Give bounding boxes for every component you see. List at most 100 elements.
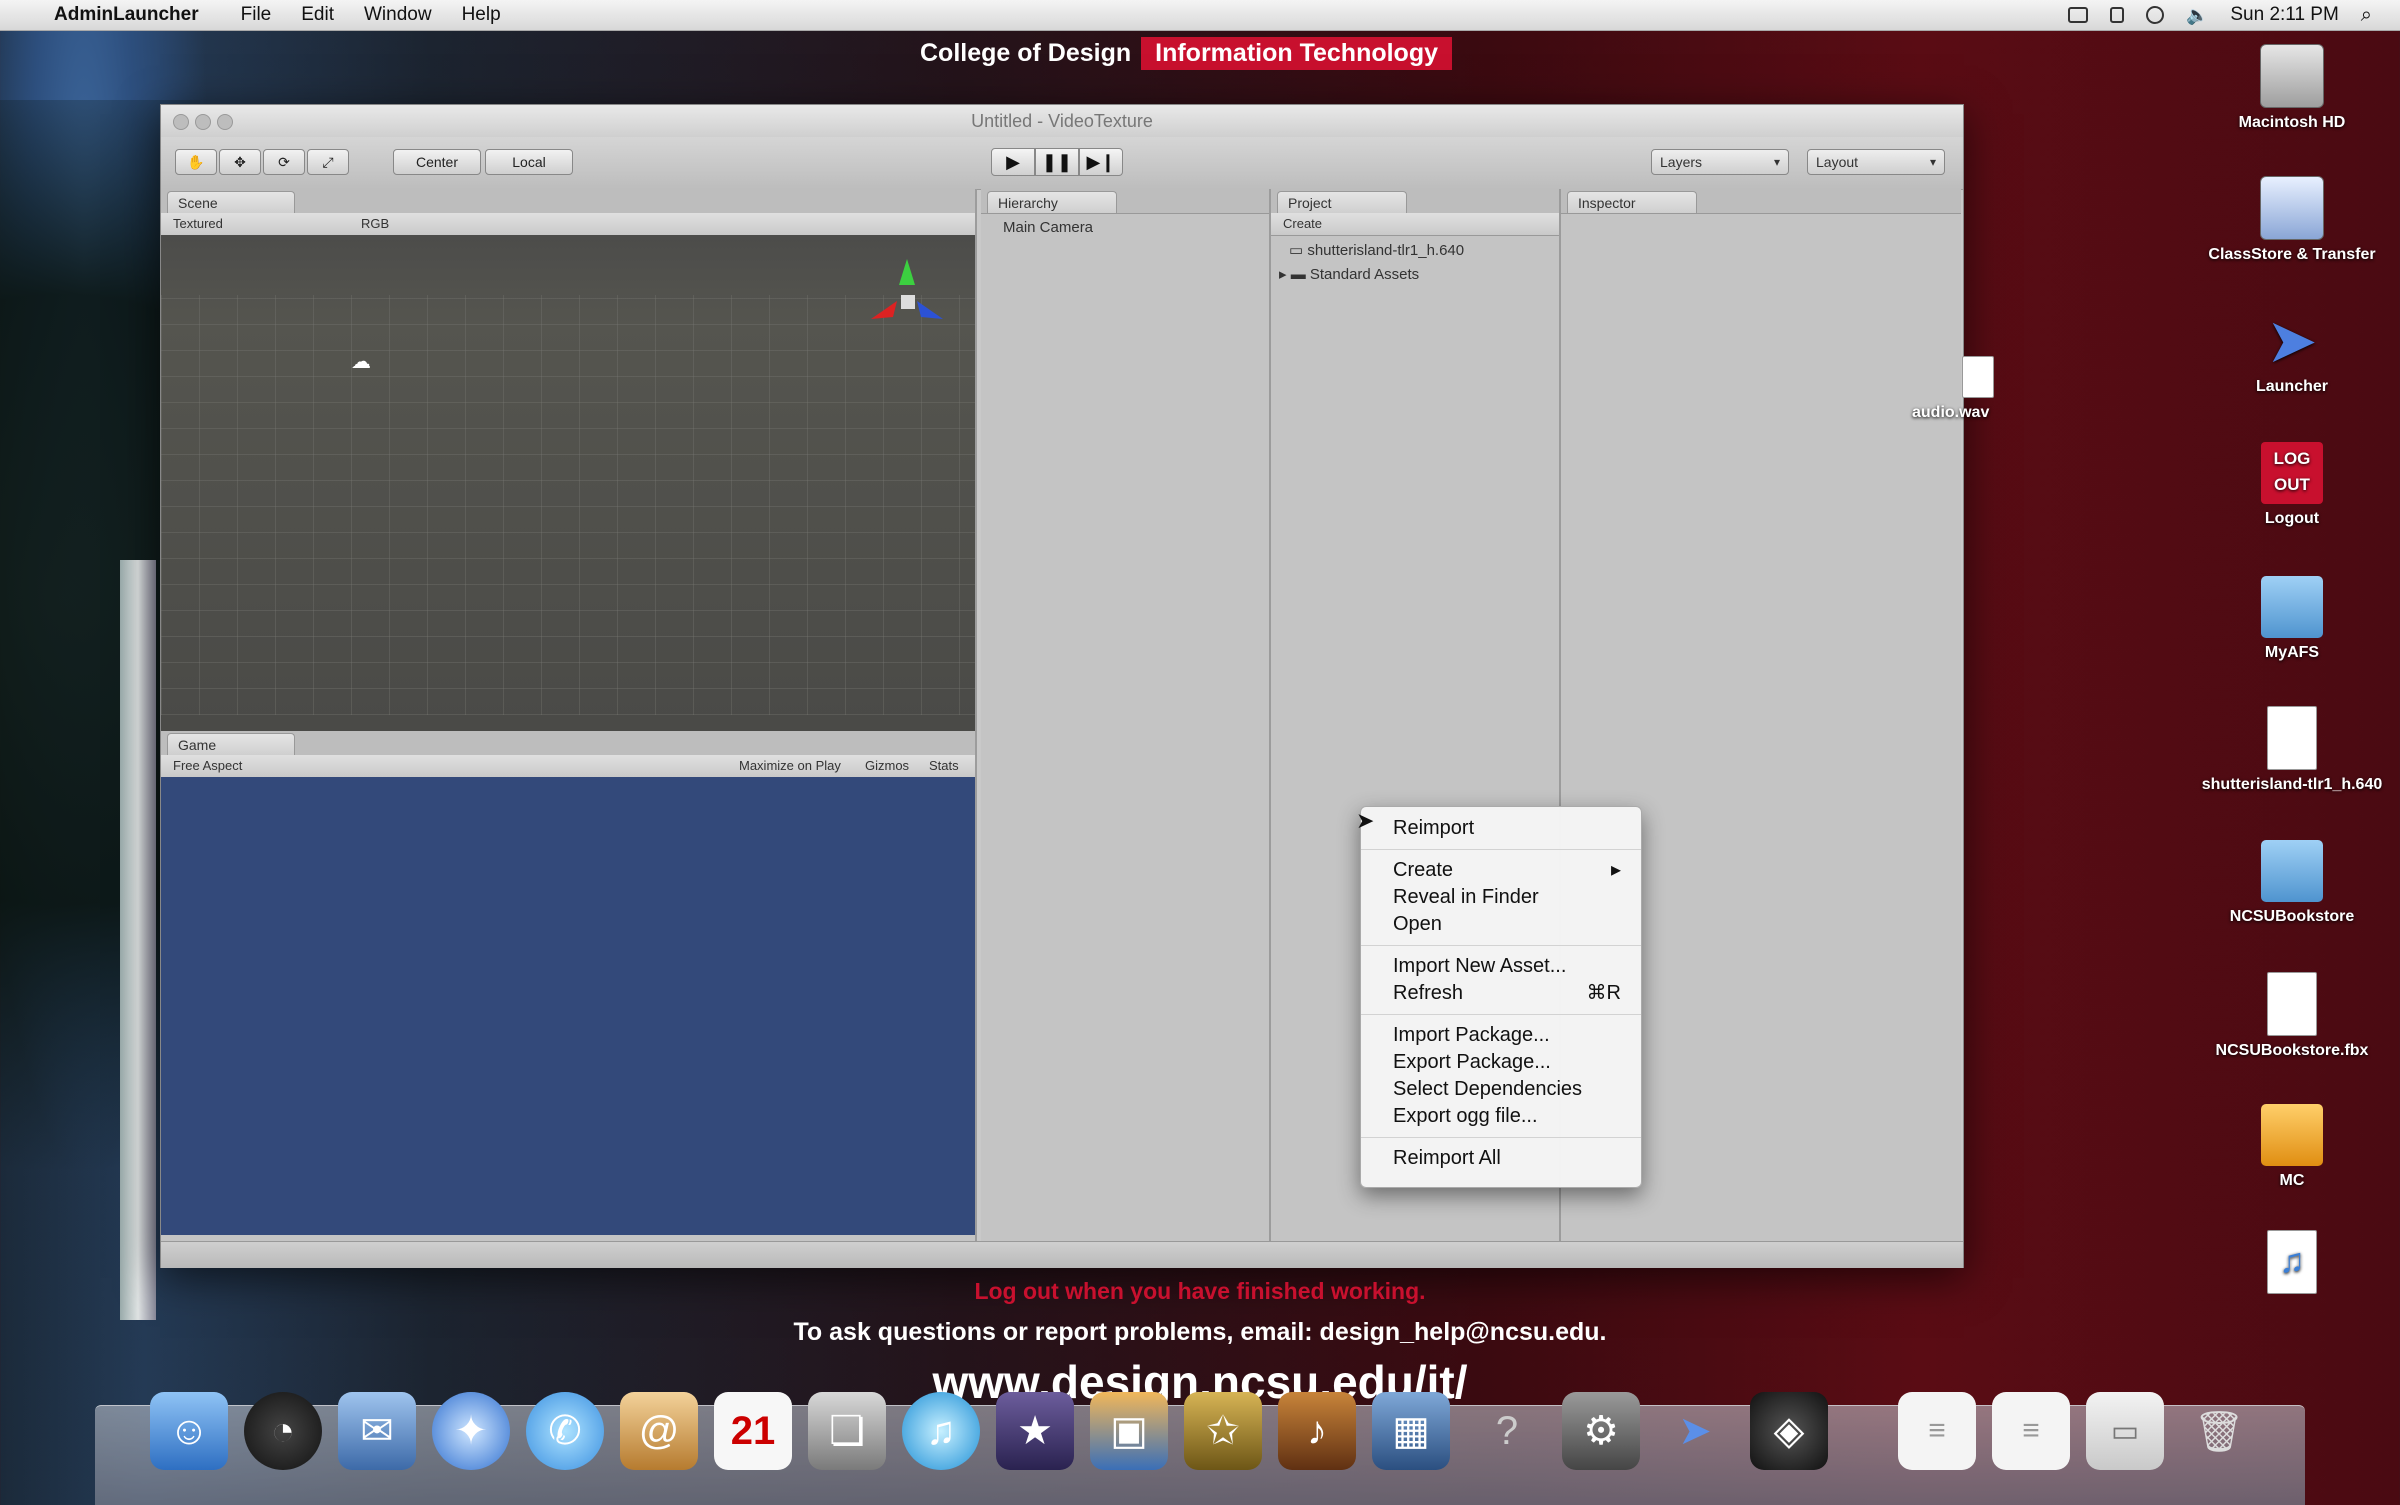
pivot-local-label: Local [512, 154, 546, 170]
tab-scene[interactable]: Scene [167, 191, 295, 213]
project-create-dropdown[interactable]: Create [1283, 216, 1322, 231]
spaces-icon[interactable]: ▦ [1372, 1392, 1450, 1470]
itunes-icon[interactable]: ♫ [902, 1392, 980, 1470]
tab-game[interactable]: Game [167, 733, 295, 755]
menu-item-reimport[interactable]: Reimport [1361, 815, 1641, 842]
move-tool-button[interactable]: ✥ [219, 149, 261, 175]
hierarchy-item-main-camera[interactable]: Main Camera [1003, 219, 1093, 236]
desktop-icon-launcher[interactable]: ➤ Launcher [2192, 310, 2392, 396]
menu-file[interactable]: File [241, 4, 272, 26]
menu-help[interactable]: Help [462, 4, 501, 26]
render-mode-dropdown[interactable]: RGB [361, 216, 389, 231]
system-preferences-icon[interactable]: ⚙ [1562, 1392, 1640, 1470]
menu-item-export-package[interactable]: Export Package... [1361, 1049, 1641, 1076]
desktop-icon-video-file[interactable]: shutterisland-tlr1_h.640 [2192, 706, 2392, 794]
hand-tool-button[interactable]: ✋ [175, 149, 217, 175]
volume-icon[interactable]: 🔈 [2186, 5, 2208, 26]
desktop-icon-macintosh-hd[interactable]: Macintosh HD [2192, 44, 2392, 132]
tab-inspector[interactable]: Inspector [1567, 191, 1697, 213]
scene-viewport[interactable]: ☁ [161, 235, 975, 731]
pivot-local-button[interactable]: Local [485, 149, 573, 175]
menu-item-refresh[interactable]: Refresh ⌘R [1361, 980, 1641, 1007]
desktop-icon-label: shutterisland-tlr1_h.640 [2201, 776, 2383, 793]
desktop-icon-audio-wav[interactable]: audio.wav [1912, 356, 2062, 422]
video-asset-icon: ▭ [1289, 242, 1308, 259]
imovie-icon[interactable]: ✩ [1184, 1392, 1262, 1470]
aspect-dropdown[interactable]: Free Aspect [173, 758, 242, 773]
project-item-video[interactable]: ▭ shutterisland-tlr1_h.640 [1289, 241, 1464, 259]
ichat-icon[interactable]: ✆ [526, 1392, 604, 1470]
scene-panel: Scene Textured RGB ☁ [161, 189, 977, 731]
mail-icon[interactable]: ✉ [338, 1392, 416, 1470]
window-titlebar[interactable]: Untitled - VideoTexture [161, 105, 1963, 138]
launcher-icon: ➤ [2268, 309, 2316, 372]
game-viewport[interactable] [161, 777, 975, 1235]
step-button[interactable]: ▶❙ [1079, 148, 1123, 176]
document-stack-icon[interactable]: ≡ [1898, 1392, 1976, 1470]
hierarchy-tabstrip: Hierarchy [981, 189, 1269, 214]
unity-icon[interactable]: ◈ [1750, 1392, 1828, 1470]
project-item-standard-assets[interactable]: ▸ ▬ Standard Assets [1279, 265, 1419, 283]
dashboard-icon[interactable]: ◔ [244, 1392, 322, 1470]
menu-item-create[interactable]: Create ▸ [1361, 857, 1641, 884]
menu-item-import-package[interactable]: Import Package... [1361, 1022, 1641, 1049]
pause-button[interactable]: ❚❚ [1035, 148, 1079, 176]
gizmos-toggle[interactable]: Gizmos [865, 758, 909, 773]
finder-icon[interactable]: ☺ [150, 1392, 228, 1470]
orientation-gizmo-icon[interactable] [857, 255, 957, 345]
address-book-icon[interactable]: @ [620, 1392, 698, 1470]
disclosure-triangle-icon[interactable]: ▸ [1279, 266, 1291, 283]
time-machine-icon[interactable] [2145, 6, 2164, 24]
menu-app-name[interactable]: AdminLauncher [54, 4, 199, 26]
maximize-on-play-toggle[interactable]: Maximize on Play [739, 758, 841, 773]
status-bar [161, 1241, 1963, 1268]
iphoto-icon[interactable]: ▣ [1090, 1392, 1168, 1470]
pivot-center-button[interactable]: Center [393, 149, 481, 175]
menubar-clock[interactable]: Sun 2:11 PM [2230, 4, 2338, 26]
desktop-icon-myafs[interactable]: MyAFS [2192, 576, 2392, 662]
launcher-dock-icon[interactable]: ➤ [1656, 1392, 1734, 1470]
desktop-icon-logout[interactable]: LOG OUT Logout [2192, 442, 2392, 528]
downloads-stack-icon[interactable]: ▭ [2086, 1392, 2164, 1470]
tab-inspector-label: Inspector [1578, 194, 1636, 211]
ical-icon[interactable]: 21 [714, 1392, 792, 1470]
safari-icon[interactable]: ✦ [432, 1392, 510, 1470]
desktop-icon-mc[interactable]: MC [2192, 1104, 2392, 1190]
menu-item-reimport-all[interactable]: Reimport All [1361, 1145, 1641, 1172]
menu-window[interactable]: Window [364, 4, 432, 26]
stats-toggle[interactable]: Stats [929, 758, 959, 773]
desktop-icon-ncsubookstore-fbx[interactable]: NCSUBookstore.fbx [2192, 972, 2392, 1060]
play-button[interactable]: ▶ [991, 148, 1035, 176]
camera-gizmo-icon[interactable]: ☁ [351, 349, 371, 374]
menu-item-reveal-in-finder[interactable]: Reveal in Finder [1361, 884, 1641, 911]
desktop-icon-label: Logout [2264, 510, 2320, 527]
draw-mode-dropdown[interactable]: Textured [173, 216, 223, 231]
desktop-icon-ncsubookstore[interactable]: NCSUBookstore [2192, 840, 2392, 926]
layers-label: Layers [1660, 154, 1703, 170]
menu-edit[interactable]: Edit [301, 4, 334, 26]
desktop-icon-classstore[interactable]: ClassStore & Transfer [2192, 176, 2392, 264]
tab-project[interactable]: Project [1277, 191, 1407, 213]
menu-item-import-new-asset[interactable]: Import New Asset... [1361, 953, 1641, 980]
menu-item-open[interactable]: Open [1361, 911, 1641, 938]
screen-record-icon[interactable] [2067, 7, 2088, 23]
battery-icon[interactable] [2109, 7, 2124, 23]
trash-icon[interactable]: 🗑 [2180, 1392, 2258, 1470]
front-row-icon[interactable]: ★ [996, 1392, 1074, 1470]
rotate-tool-button[interactable]: ⟳ [263, 149, 305, 175]
menu-item-refresh-label: Refresh [1393, 982, 1464, 1004]
scale-tool-button[interactable]: ⤢ [307, 149, 349, 175]
menu-item-select-dependencies[interactable]: Select Dependencies [1361, 1076, 1641, 1103]
preview-icon[interactable]: ❏ [808, 1392, 886, 1470]
menu-item-export-ogg[interactable]: Export ogg file... [1361, 1103, 1641, 1130]
spotlight-search-icon[interactable]: ⌕ [2361, 4, 2372, 27]
pdf-document-icon[interactable]: ≡ [1992, 1392, 2070, 1470]
desktop-icon-label: MC [2279, 1172, 2305, 1189]
help-icon[interactable]: ? [1468, 1392, 1546, 1470]
layout-dropdown[interactable]: Layout [1807, 149, 1945, 175]
game-panel: Game Free Aspect Maximize on Play Gizmos… [161, 731, 977, 1241]
tab-hierarchy[interactable]: Hierarchy [987, 191, 1117, 213]
garageband-icon[interactable]: ♪ [1278, 1392, 1356, 1470]
college-banner: College of Design Information Technology [920, 34, 1453, 72]
layers-dropdown[interactable]: Layers [1651, 149, 1789, 175]
